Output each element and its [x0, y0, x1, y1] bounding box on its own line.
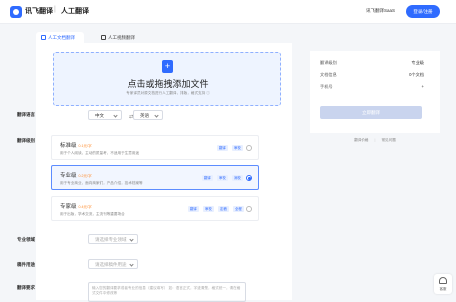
- brand-separator: |: [54, 6, 56, 13]
- video-icon: [101, 35, 106, 40]
- level-desc: 用于出版，学术交流，主流刊等重要场合: [60, 212, 125, 216]
- brand-name[interactable]: 讯飞翻译: [25, 6, 53, 16]
- target-language-value: 英语: [140, 113, 149, 118]
- level-name: 专业级 0.2元/字: [60, 173, 92, 179]
- level-price: 0.2元/字: [78, 174, 92, 178]
- summary-row: 文档信息 0个文档: [320, 72, 424, 77]
- upload-dropzone[interactable]: + 点击或拖拽添加文件 专家译员对原文档进行人工翻译，排版，格式支持 ⓘ: [53, 52, 281, 106]
- tab-label: 人工视频翻译: [108, 35, 135, 40]
- level-chip: 审校: [217, 175, 228, 181]
- saas-link[interactable]: 讯飞翻译SaaS: [366, 8, 395, 14]
- tab-video-translation[interactable]: 人工视频翻译: [96, 32, 144, 43]
- field-select[interactable]: 请选择专业领域: [88, 234, 138, 244]
- level-chip: 审校: [203, 206, 214, 212]
- chevron-down-icon: [129, 262, 134, 267]
- chevron-down-icon: [154, 113, 159, 118]
- side-links: 翻译价格 | 常见问题: [310, 138, 440, 143]
- summary-value[interactable]: +: [422, 84, 424, 89]
- level-name: 标准级 0.1元/字: [60, 143, 92, 149]
- upload-hint: 专家译员对原文档进行人工翻译，排版，格式支持 ⓘ: [126, 91, 210, 95]
- tab-label: 人工文档翻译: [48, 35, 75, 40]
- source-language-value: 中文: [95, 113, 104, 118]
- logo-icon[interactable]: [10, 6, 22, 18]
- radio-button[interactable]: [246, 145, 252, 151]
- level-chip: 翻译: [217, 145, 228, 151]
- level-name: 专家级 0.4元/字: [60, 204, 92, 210]
- summary-row: 翻译级别 专业级: [320, 60, 424, 65]
- summary-row: 手机号 +: [320, 84, 424, 89]
- level-chip: 定稿: [218, 206, 229, 212]
- top-header: 讯飞翻译 | 人工翻译 讯飞翻译SaaS 登录/注册: [0, 0, 456, 24]
- source-language-select[interactable]: 中文: [88, 110, 122, 120]
- tab-document-translation[interactable]: 人工文档翻译: [36, 32, 84, 43]
- chevron-down-icon: [129, 237, 134, 242]
- order-summary-panel: 翻译级别 专业级 文档信息 0个文档 手机号 + 立即翻译: [310, 51, 440, 133]
- purpose-label: 稿件用途: [17, 262, 35, 267]
- requirement-label: 翻译要求: [17, 285, 35, 290]
- customer-service-label: 客服: [439, 287, 447, 291]
- level-desc: 用于专业商业，面向商家们，产品介绍，技术档案等: [60, 181, 143, 185]
- field-placeholder: 请选择专业领域: [95, 237, 127, 242]
- login-button[interactable]: 登录/注册: [406, 5, 440, 18]
- upload-title: 点击或拖拽添加文件: [127, 79, 209, 89]
- summary-value: 专业级: [411, 60, 424, 65]
- purpose-placeholder: 请选择稿件用途: [95, 262, 127, 267]
- level-chip: 全程: [233, 206, 244, 212]
- level-price: 0.4元/字: [78, 205, 92, 209]
- link-divider: |: [374, 138, 376, 142]
- faq-link[interactable]: 常见问题: [381, 138, 395, 142]
- radio-button[interactable]: [246, 206, 252, 212]
- language-label: 翻译语言: [17, 112, 35, 117]
- field-label: 专业领域: [17, 237, 35, 242]
- level-chip: 翻译: [188, 206, 199, 212]
- level-option-professional[interactable]: 专业级 0.2元/字 用于专业商业，面向商家们，产品介绍，技术档案等 翻译 审校 …: [51, 165, 259, 190]
- level-option-standard[interactable]: 标准级 0.1元/字 用于个人阅读，主动的质量考，不适用于生意用途 翻译 审校: [51, 135, 259, 160]
- target-language-select[interactable]: 英语: [133, 110, 163, 120]
- price-link[interactable]: 翻译价格: [354, 138, 368, 142]
- submit-button[interactable]: 立即翻译: [320, 106, 422, 119]
- chevron-down-icon: [113, 113, 118, 118]
- customer-service-button[interactable]: 客服: [434, 274, 452, 294]
- upload-plus-icon: +: [162, 60, 173, 73]
- level-label: 翻译级别: [17, 138, 35, 143]
- headset-icon: [439, 277, 447, 284]
- level-chip: 审校: [232, 145, 243, 151]
- level-option-expert[interactable]: 专家级 0.4元/字 用于出版，学术交流，主流刊等重要场合 翻译 审校 定稿 全程: [51, 196, 259, 221]
- requirement-textarea[interactable]: 输入您的翻译要求或者专业的信息（建议填写） 如：语言正式，字迹清楚，格式统一，请…: [88, 282, 246, 302]
- purpose-select[interactable]: 请选择稿件用途: [88, 259, 138, 269]
- document-icon: [41, 35, 46, 40]
- radio-button[interactable]: [246, 175, 252, 181]
- summary-value: 0个文档: [409, 72, 424, 77]
- level-price: 0.1元/字: [78, 144, 92, 148]
- level-desc: 用于个人阅读，主动的质量考，不适用于生意用途: [60, 151, 140, 155]
- brand-subtitle: 人工翻译: [61, 8, 89, 15]
- level-chip: 翻译: [202, 175, 213, 181]
- level-chip: 润校: [232, 175, 243, 181]
